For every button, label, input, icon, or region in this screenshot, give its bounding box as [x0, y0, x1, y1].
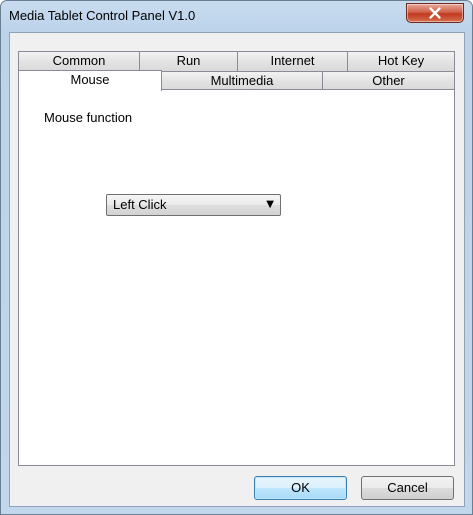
tab-panel-mouse	[18, 89, 455, 466]
dialog-window: Media Tablet Control Panel V1.0 Common R…	[0, 0, 473, 515]
tab-internet[interactable]: Internet	[237, 51, 348, 71]
dialog-client-area: Common Run Internet Hot Key Mouse Multim…	[9, 32, 465, 507]
tab-label: Run	[176, 53, 201, 68]
close-button[interactable]	[406, 3, 464, 23]
tab-run[interactable]: Run	[139, 51, 238, 71]
mouse-function-label: Mouse function	[44, 110, 133, 125]
title-bar[interactable]: Media Tablet Control Panel V1.0	[1, 1, 472, 35]
mouse-function-dropdown[interactable]: Left Click ▼	[106, 194, 281, 216]
window-title: Media Tablet Control Panel V1.0	[9, 8, 196, 23]
tab-hot-key[interactable]: Hot Key	[347, 51, 455, 71]
tab-label: Mouse	[70, 72, 110, 87]
ok-button-label: OK	[291, 480, 310, 495]
tab-common[interactable]: Common	[18, 51, 140, 71]
tab-other[interactable]: Other	[322, 71, 455, 90]
tab-multimedia[interactable]: Multimedia	[161, 71, 323, 90]
tab-label: Internet	[270, 53, 315, 68]
triangle-down-icon: ▼	[266, 199, 274, 210]
tab-label: Common	[52, 53, 106, 68]
tab-label: Multimedia	[210, 73, 274, 88]
dropdown-selected-value: Left Click	[113, 197, 167, 212]
close-icon	[429, 7, 441, 19]
tab-label: Other	[372, 73, 405, 88]
tab-mouse[interactable]: Mouse	[18, 70, 162, 91]
tab-label: Hot Key	[377, 53, 425, 68]
cancel-button-label: Cancel	[387, 480, 428, 495]
ok-button[interactable]: OK	[254, 476, 347, 500]
cancel-button[interactable]: Cancel	[361, 476, 454, 500]
